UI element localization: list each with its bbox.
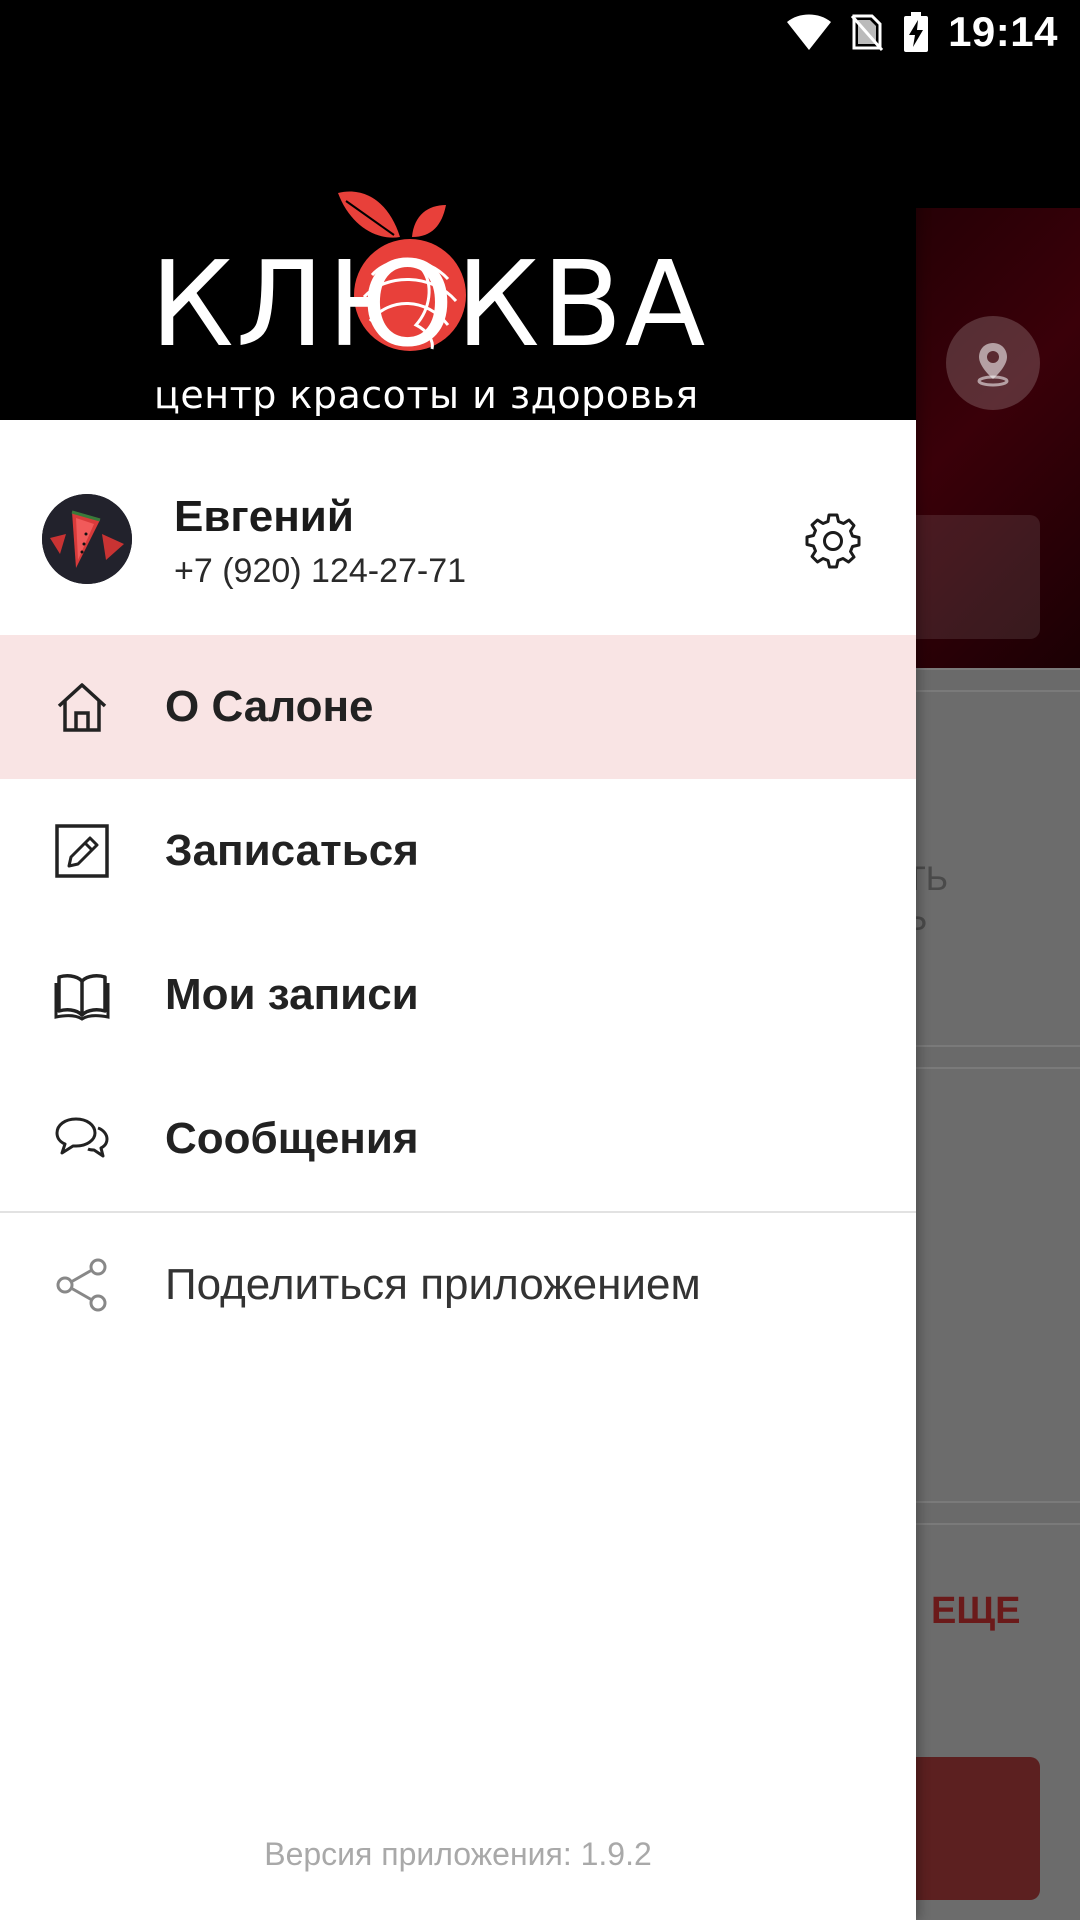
navigation-drawer: КЛЮКВА центр красоты и здоровья Евгений …	[0, 0, 916, 1920]
menu-item-label: Поделиться приложением	[165, 1260, 701, 1309]
gear-icon	[805, 513, 861, 569]
status-time: 19:14	[948, 8, 1058, 55]
user-phone: +7 (920) 124-27-71	[174, 552, 467, 590]
wifi-icon	[787, 14, 832, 50]
home-icon	[52, 677, 112, 737]
more-button[interactable]: ЕЩЕ	[931, 1590, 1020, 1633]
menu-item-label: Мои записи	[165, 970, 419, 1019]
user-name: Евгений	[174, 492, 354, 541]
brand-logo: КЛЮКВА центр красоты и здоровья	[150, 185, 770, 420]
logo-wordmark: КЛЮКВА	[150, 235, 708, 373]
edit-icon	[52, 821, 112, 881]
drawer-menu: О Салоне Записаться Мои записи Сообщения…	[0, 635, 916, 1357]
share-icon	[52, 1255, 112, 1315]
status-bar: 19:14	[0, 0, 1080, 64]
app-version: Версия приложения: 1.9.2	[264, 1836, 652, 1872]
menu-item-book-appointment[interactable]: Записаться	[0, 779, 916, 923]
battery-charging-icon	[904, 12, 929, 52]
user-profile[interactable]: Евгений +7 (920) 124-27-71	[0, 420, 916, 635]
chat-icon	[52, 1109, 112, 1169]
avatar[interactable]	[42, 494, 132, 584]
background-action-button[interactable]	[900, 1757, 1040, 1900]
location-button[interactable]	[946, 316, 1040, 410]
logo-tagline: центр красоты и здоровья	[154, 373, 699, 417]
menu-item-my-appointments[interactable]: Мои записи	[0, 923, 916, 1067]
settings-button[interactable]	[798, 506, 868, 576]
menu-item-label: О Салоне	[165, 682, 374, 731]
menu-item-about-salon[interactable]: О Салоне	[0, 635, 916, 779]
menu-item-label: Записаться	[165, 826, 419, 875]
book-icon	[52, 965, 112, 1025]
no-sim-icon	[850, 14, 884, 51]
menu-item-messages[interactable]: Сообщения	[0, 1067, 916, 1211]
menu-item-share-app[interactable]: Поделиться приложением	[0, 1213, 916, 1357]
menu-item-label: Сообщения	[165, 1114, 419, 1163]
location-pin-icon	[977, 343, 1009, 387]
avatar-image	[42, 494, 132, 584]
